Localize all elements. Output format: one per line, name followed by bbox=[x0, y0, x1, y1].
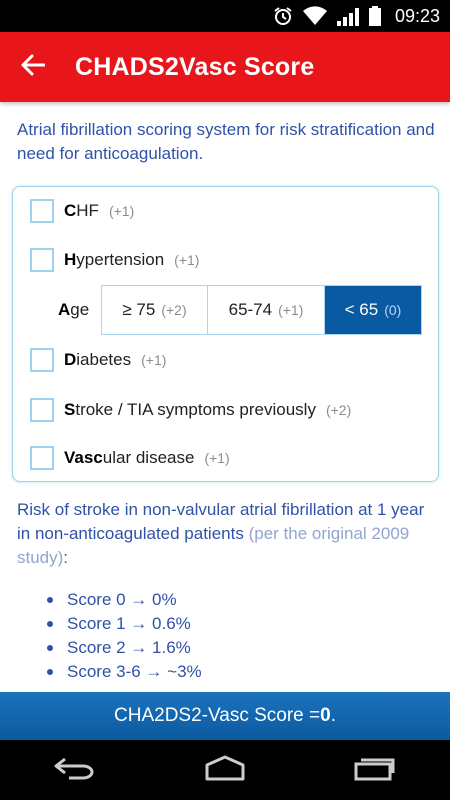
age-label: Age bbox=[58, 300, 90, 319]
diabetes-checkbox[interactable] bbox=[30, 348, 54, 372]
main-content[interactable]: Atrial fibrillation scoring system for r… bbox=[0, 102, 450, 692]
back-arrow-icon bbox=[21, 54, 46, 81]
stroke-checkbox[interactable] bbox=[30, 398, 54, 422]
status-time: 09:23 bbox=[394, 5, 440, 26]
page-title: CHADS2Vasc Score bbox=[75, 52, 315, 81]
criterion-points: (+1) bbox=[141, 352, 167, 368]
list-item: Score 3-6 → ~3% bbox=[47, 660, 202, 684]
criterion-label: Diabetes bbox=[64, 350, 132, 369]
nav-back-button[interactable] bbox=[35, 740, 115, 800]
status-bar: 09:23 bbox=[0, 0, 450, 32]
battery-icon bbox=[368, 6, 381, 26]
hypertension-checkbox[interactable] bbox=[30, 248, 54, 272]
list-item: Score 2 → 1.6% bbox=[47, 636, 202, 660]
vascular-checkbox[interactable] bbox=[30, 446, 54, 470]
score-suffix: . bbox=[330, 705, 336, 726]
criterion-label: CHF bbox=[64, 201, 99, 220]
age-selector: Age ≥ 75 (+2) 65-74 (+1) < 65 (0) bbox=[58, 285, 422, 335]
criterion-diabetes[interactable]: Diabetes (+1) bbox=[30, 348, 166, 372]
home-icon bbox=[201, 755, 249, 786]
risk-description: Risk of stroke in non-valvular atrial fi… bbox=[17, 500, 425, 567]
criterion-hypertension[interactable]: Hypertension (+1) bbox=[30, 248, 199, 272]
criterion-points: (+1) bbox=[204, 450, 230, 466]
chf-checkbox[interactable] bbox=[30, 199, 54, 223]
list-item: Score 0 → 0% bbox=[47, 588, 202, 612]
criterion-points: (+1) bbox=[174, 252, 200, 268]
criterion-stroke[interactable]: Stroke / TIA symptoms previously (+2) bbox=[30, 398, 351, 422]
app-bar: CHADS2Vasc Score bbox=[0, 32, 450, 102]
age-option-75-plus[interactable]: ≥ 75 (+2) bbox=[102, 286, 208, 334]
back-button[interactable] bbox=[0, 32, 66, 102]
age-segmented-control: ≥ 75 (+2) 65-74 (+1) < 65 (0) bbox=[101, 285, 422, 335]
criterion-points: (+2) bbox=[325, 402, 352, 418]
criterion-label: Vascular disease bbox=[64, 448, 195, 467]
nav-recent-apps-button[interactable] bbox=[335, 740, 415, 800]
score-value: 0 bbox=[320, 705, 331, 726]
nav-home-button[interactable] bbox=[185, 740, 265, 800]
criterion-chf[interactable]: CHF (+1) bbox=[30, 199, 134, 223]
score-prefix: CHA2DS2-Vasc Score = bbox=[114, 705, 321, 726]
criteria-card: CHF (+1) Hypertension (+1) Age ≥ 75 (+2) … bbox=[12, 186, 439, 482]
list-item: Score 1 → 0.6% bbox=[47, 612, 202, 636]
intro-text: Atrial fibrillation scoring system for r… bbox=[17, 120, 435, 163]
criterion-points: (+1) bbox=[108, 203, 135, 219]
back-icon bbox=[53, 756, 97, 785]
criterion-label: Hypertension bbox=[64, 250, 165, 269]
recent-apps-icon bbox=[352, 755, 398, 786]
risk-list: Score 0 → 0% Score 1 → 0.6% Score 2 → 1.… bbox=[47, 588, 202, 684]
score-bar: CHA2DS2-Vasc Score = 0 . bbox=[0, 692, 450, 740]
wifi-icon bbox=[302, 6, 327, 26]
criterion-label: Stroke / TIA symptoms previously bbox=[64, 400, 316, 419]
alarm-icon bbox=[273, 6, 293, 26]
age-option-65-74[interactable]: 65-74 (+1) bbox=[208, 286, 325, 334]
age-option-under-65[interactable]: < 65 (0) bbox=[325, 286, 421, 334]
signal-icon bbox=[336, 6, 359, 26]
criterion-vascular[interactable]: Vascular disease (+1) bbox=[30, 446, 230, 470]
system-nav-bar bbox=[0, 740, 450, 800]
